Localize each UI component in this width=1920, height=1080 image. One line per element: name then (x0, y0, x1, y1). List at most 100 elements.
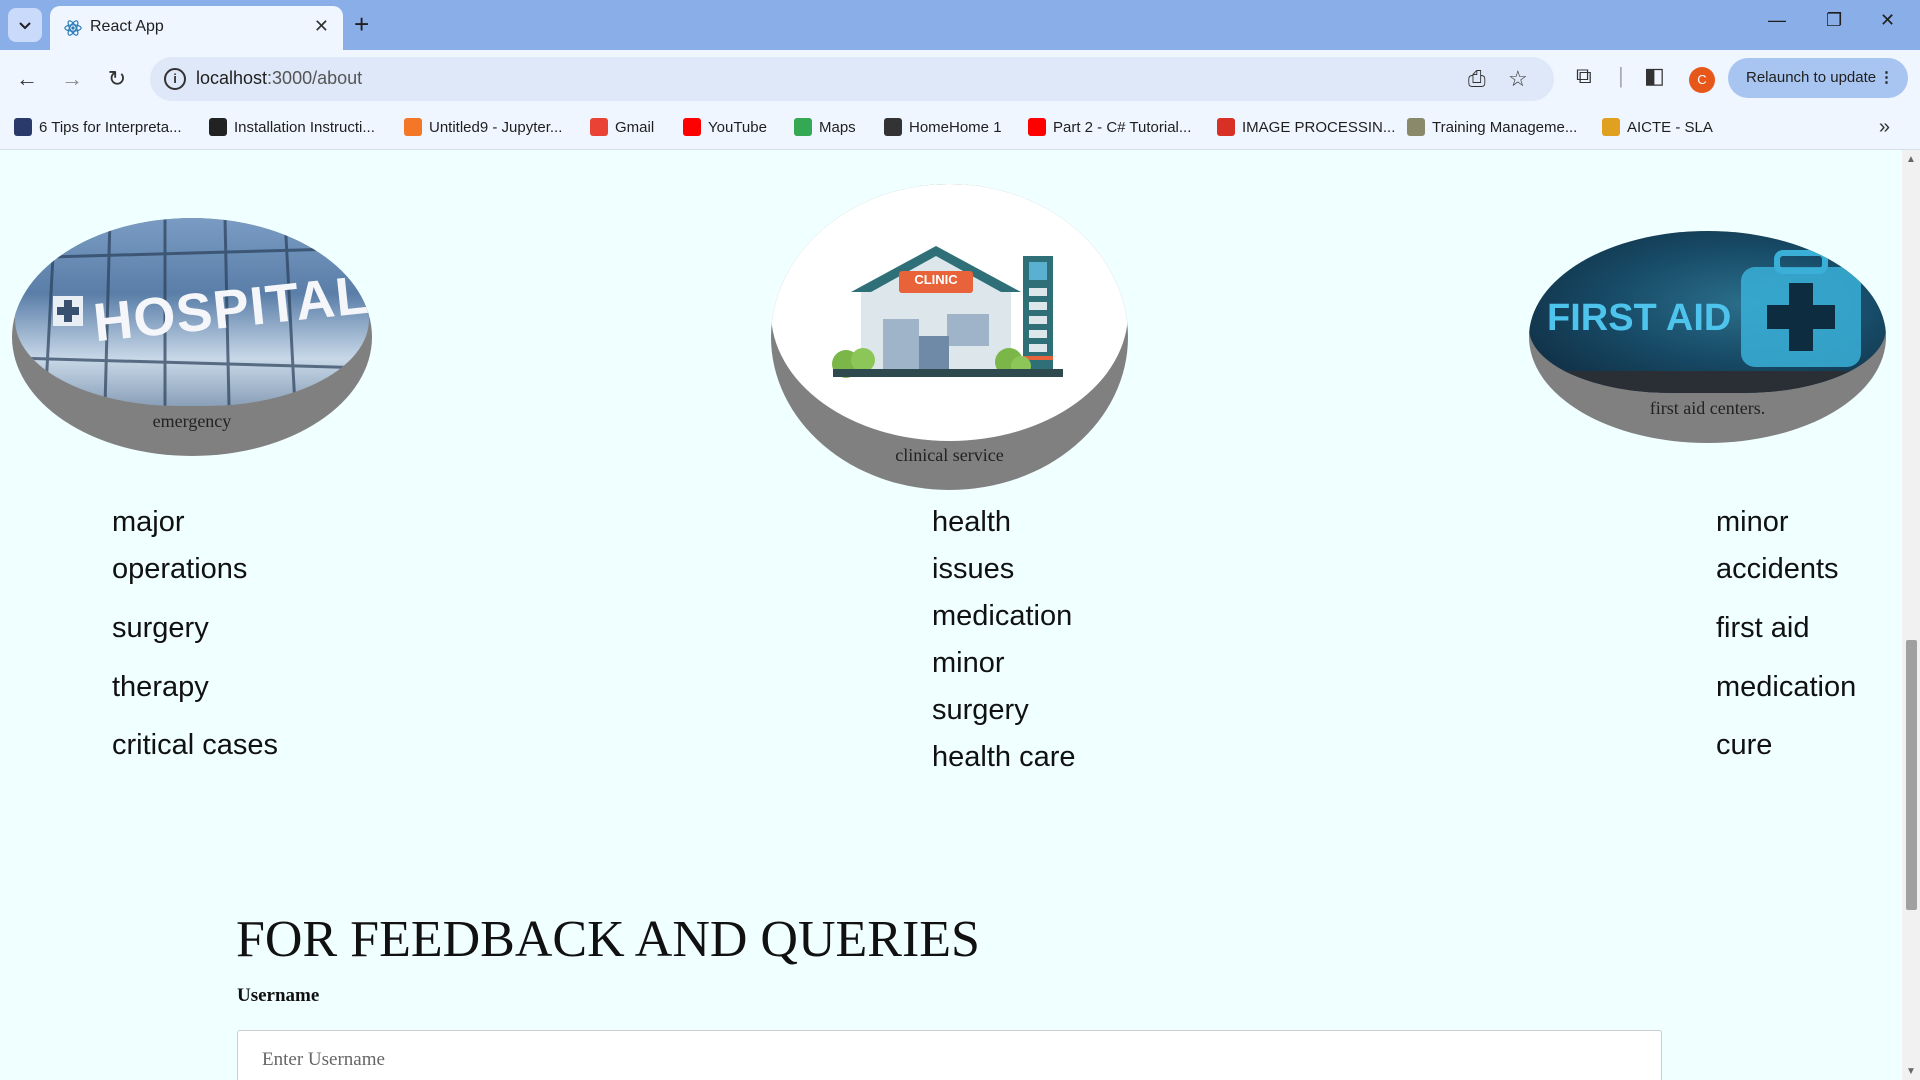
install-app-icon[interactable]: ⎙ (1468, 66, 1486, 92)
tab-react-app[interactable]: React App ✕ (50, 6, 343, 50)
tab-strip: React App ✕ + — ❐ ✕ (0, 0, 1920, 50)
bookmark-item[interactable]: Installation Instructi... (209, 118, 375, 136)
list-item: health care (932, 741, 1076, 773)
bookmark-label: Gmail (615, 118, 655, 136)
list-item: health (932, 506, 1012, 538)
bookmark-item[interactable]: YouTube (683, 118, 767, 136)
list-item: cure (1716, 729, 1773, 761)
bookmark-item[interactable]: HomeHome 1 (884, 118, 1002, 136)
service-card-clinical: CLINIC clinical service (771, 184, 1128, 490)
training-icon (1407, 118, 1425, 136)
youtube-icon (1028, 118, 1046, 136)
gmail-icon (590, 118, 608, 136)
bookmark-item[interactable]: IMAGE PROCESSIN... (1217, 118, 1395, 136)
scroll-up-arrow-icon[interactable]: ▲ (1906, 154, 1916, 165)
list-item: surgery (932, 694, 1029, 726)
card-caption: first aid centers. (1649, 398, 1766, 418)
bookmarks-bar: » 6 Tips for Interpreta... Installation I… (0, 108, 1920, 150)
side-panel-icon[interactable]: ◧ (1644, 63, 1665, 89)
bookmark-label: AICTE - SLA (1627, 118, 1713, 136)
bookmark-label: 6 Tips for Interpreta... (39, 118, 182, 136)
list-item: medication (1716, 671, 1857, 703)
hospital-image: HOSPITAL (15, 218, 369, 406)
url-text[interactable]: localhost:3000/about (196, 68, 362, 89)
first-aid-image: FIRST AID (1529, 231, 1886, 393)
restore-icon[interactable]: ❐ (1826, 10, 1842, 31)
list-item: minor (932, 647, 1005, 679)
bookmark-item[interactable]: AICTE - SLA (1602, 118, 1713, 136)
username-label: Username (237, 985, 320, 1006)
more-bookmarks-icon[interactable]: » (1879, 116, 1890, 139)
url-host: localhost (196, 68, 268, 88)
bookmark-label: Part 2 - C# Tutorial... (1053, 118, 1192, 136)
extensions-icon[interactable]: ⧉ (1576, 63, 1592, 89)
menu-dots-icon[interactable]: ⋮ (1879, 58, 1894, 98)
toolbar-divider: | (1618, 63, 1624, 88)
bookmark-label: YouTube (708, 118, 767, 136)
aicte-icon (1602, 118, 1620, 136)
username-input[interactable] (237, 1030, 1662, 1080)
address-bar[interactable]: i localhost:3000/about ⎙ ☆ (150, 57, 1554, 101)
list-item: issues (932, 553, 1015, 585)
list-item: first aid (1716, 612, 1810, 644)
browser-toolbar: ← → ↻ i localhost:3000/about ⎙ ☆ ⧉ | ◧ C… (0, 50, 1920, 108)
list-item: critical cases (112, 729, 278, 761)
globe-icon (884, 118, 902, 136)
forward-icon[interactable]: → (59, 66, 85, 92)
bookmark-label: Maps (819, 118, 856, 136)
clinic-building-graphic (832, 246, 1063, 378)
list-item: accidents (1716, 553, 1839, 585)
card-caption: clinical service (895, 445, 1004, 465)
tab-close-icon[interactable]: ✕ (314, 16, 329, 37)
bookmark-item[interactable]: Training Manageme... (1407, 118, 1577, 136)
list-item: minor (1716, 506, 1789, 538)
profile-avatar[interactable]: C (1689, 67, 1715, 93)
scroll-down-arrow-icon[interactable]: ▼ (1906, 1066, 1916, 1077)
new-tab-button[interactable]: + (354, 10, 369, 38)
youtube-icon (683, 118, 701, 136)
chevron-down-icon (19, 22, 31, 30)
bookmark-item[interactable]: Untitled9 - Jupyter... (404, 118, 562, 136)
tab-title: React App (90, 18, 164, 35)
scroll-thumb[interactable] (1906, 640, 1917, 910)
first-aid-sign-text: FIRST AID (1547, 297, 1732, 339)
list-item: major (112, 506, 185, 538)
minimize-icon[interactable]: — (1768, 10, 1786, 31)
page-scrollbar[interactable]: ▲ ▼ (1902, 150, 1920, 1080)
relaunch-button[interactable]: Relaunch to update ⋮ (1728, 58, 1908, 98)
card-caption: emergency (152, 411, 232, 431)
list-item: surgery (112, 612, 209, 644)
bookmark-label: Untitled9 - Jupyter... (429, 118, 563, 136)
bookmark-label: IMAGE PROCESSIN... (1242, 118, 1396, 136)
list-item: therapy (112, 671, 209, 703)
pdf-icon (1217, 118, 1235, 136)
close-window-icon[interactable]: ✕ (1880, 10, 1895, 31)
service-card-emergency: HOSPITAL emergency (12, 218, 372, 456)
back-icon[interactable]: ← (14, 66, 40, 92)
bookmark-label: Training Manageme... (1432, 118, 1578, 136)
reload-icon[interactable]: ↻ (104, 66, 130, 92)
jupyter-icon (404, 118, 422, 136)
feedback-heading: FOR FEEDBACK AND QUERIES (236, 911, 980, 968)
list-item: operations (112, 553, 248, 585)
bookmark-star-icon[interactable]: ☆ (1508, 66, 1528, 92)
site-info-icon[interactable]: i (164, 68, 186, 90)
bookmark-label: Installation Instructi... (234, 118, 375, 136)
page-content: HOSPITAL emergency CLINIC clinical servi… (0, 150, 1902, 1080)
bookmark-item[interactable]: Part 2 - C# Tutorial... (1028, 118, 1191, 136)
bookmark-item[interactable]: Gmail (590, 118, 654, 136)
bookmark-item[interactable]: Maps (794, 118, 856, 136)
service-card-first-aid: FIRST AID first aid centers. (1529, 231, 1886, 443)
github-icon (209, 118, 227, 136)
relaunch-label: Relaunch to update (1746, 69, 1877, 86)
list-item: medication (932, 600, 1073, 632)
url-path: :3000/about (267, 68, 363, 88)
bookmark-label: HomeHome 1 (909, 118, 1002, 136)
bookmark-item[interactable]: 6 Tips for Interpreta... (14, 118, 182, 136)
maps-icon (794, 118, 812, 136)
react-logo-icon (64, 20, 82, 36)
clinic-image: CLINIC (771, 184, 1128, 441)
tab-search-button[interactable] (8, 8, 42, 42)
tds-icon (14, 118, 32, 136)
clinic-sign-text: CLINIC (914, 272, 958, 287)
